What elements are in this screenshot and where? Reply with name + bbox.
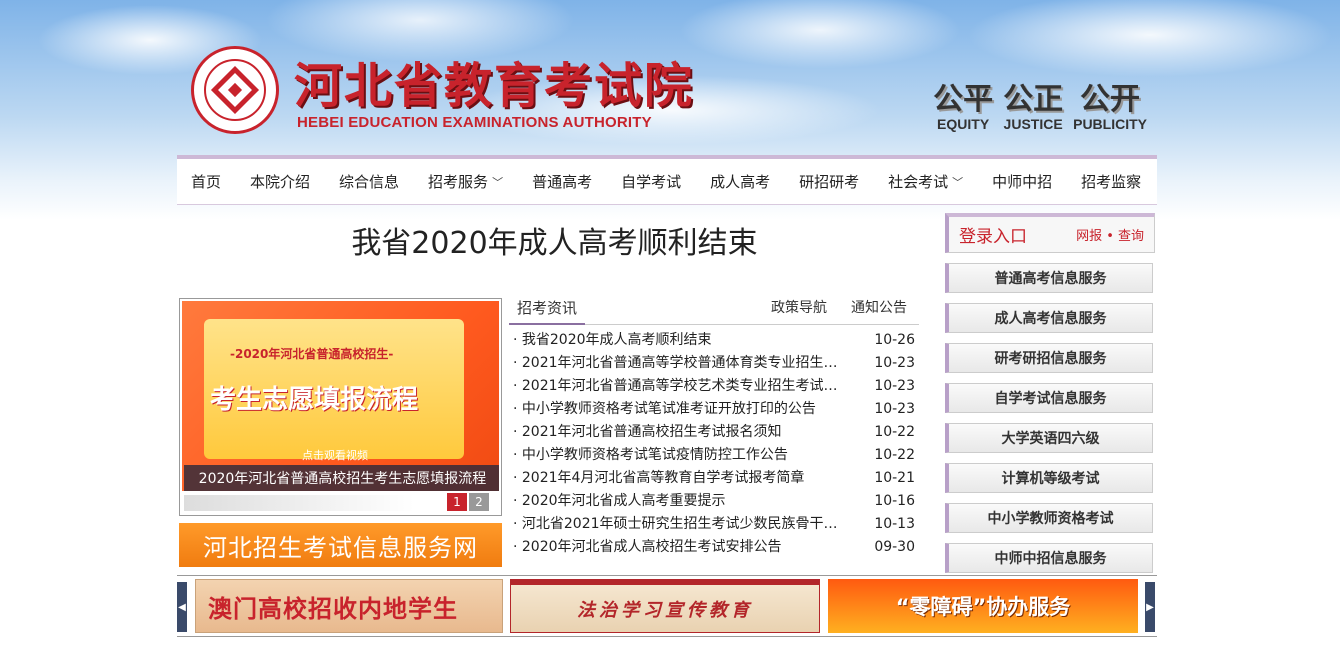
service-sidebar: 登录入口 网报 • 查询 普通高考信息服务 成人高考信息服务 研考研招信息服务 … xyxy=(945,213,1155,573)
nav-adult-exam[interactable]: 成人高考 xyxy=(710,171,770,192)
slide-subtitle: -2020年河北省普通高校招生- xyxy=(230,347,394,361)
slide-pager: 1 2 xyxy=(447,493,489,511)
news-item[interactable]: · 中小学教师资格考试笔试疫情防控工作公告 10-22 xyxy=(509,444,919,467)
news-item[interactable]: · 中小学教师资格考试笔试准考证开放打印的公告 10-23 xyxy=(509,398,919,421)
nav-general-info[interactable]: 综合信息 xyxy=(339,171,399,192)
slide-caption[interactable]: 2020年河北省普通高校招生考生志愿填报流程 xyxy=(184,465,499,491)
motto-group: 公平 EQUITY 公正 JUSTICE 公开 PUBLICITY xyxy=(933,74,1147,132)
headline-link[interactable]: 我省2020年成人高考顺利结束 xyxy=(177,218,932,262)
news-panel: 招考资讯 政策导航 通知公告 · 我省2020年成人高考顺利结束 10-26 · … xyxy=(509,293,919,559)
tab-notices[interactable]: 通知公告 xyxy=(851,293,907,323)
login-links[interactable]: 网报 • 查询 xyxy=(1076,225,1144,244)
news-list: · 我省2020年成人高考顺利结束 10-26 · 2021年河北省普通高等学校普… xyxy=(509,329,919,559)
service-secondary-normal-button[interactable]: 中师中招信息服务 xyxy=(945,543,1153,573)
slideshow[interactable]: -2020年河北省普通高校招生- 考生志愿填报流程 点击观看视频 2020年河北… xyxy=(179,298,502,516)
bottom-banner-carousel: ◀ 澳门高校招收内地学生 法治学习宣传教育 “零障碍”协办服务 ▶ xyxy=(177,575,1157,637)
chevron-down-icon: ﹀ xyxy=(492,175,504,189)
carousel-prev-arrow-icon[interactable]: ◀ xyxy=(177,582,187,632)
chevron-down-icon: ﹀ xyxy=(952,175,964,189)
banner-zero-barrier[interactable]: “零障碍”协办服务 xyxy=(828,579,1138,633)
news-item[interactable]: · 2020年河北省成人高校招生考试安排公告 09-30 xyxy=(509,536,919,559)
slide-image[interactable]: -2020年河北省普通高校招生- 考生志愿填报流程 点击观看视频 2020年河北… xyxy=(182,301,499,491)
slide-main-text: 考生志愿填报流程 xyxy=(210,385,419,415)
news-item[interactable]: · 2021年河北省普通高等学校普通体育类专业招生简章 10-23 xyxy=(509,352,919,375)
site-title-cn[interactable]: 河北省教育考试院 xyxy=(294,46,694,116)
motto-justice: 公正 JUSTICE xyxy=(1003,82,1064,132)
motto-equity: 公平 EQUITY xyxy=(933,82,994,132)
nav-self-study[interactable]: 自学考试 xyxy=(621,171,681,192)
service-computer-rank-button[interactable]: 计算机等级考试 xyxy=(945,463,1153,493)
tab-policy[interactable]: 政策导航 xyxy=(771,293,827,323)
site-header: 河北省教育考试院 HEBEI EDUCATION EXAMINATIONS AU… xyxy=(177,0,1157,155)
nav-postgrad[interactable]: 研招研考 xyxy=(799,171,859,192)
login-entry[interactable]: 登录入口 网报 • 查询 xyxy=(945,213,1155,253)
banner-macau-universities[interactable]: 澳门高校招收内地学生 xyxy=(195,579,503,633)
news-item[interactable]: · 2021年4月河北省高等教育自学考试报考简章 10-21 xyxy=(509,467,919,490)
slide-hint: 点击观看视频 xyxy=(302,449,368,462)
nav-secondary-normal[interactable]: 中师中招 xyxy=(992,171,1052,192)
nav-supervision[interactable]: 招考监察 xyxy=(1081,171,1141,192)
login-title[interactable]: 登录入口 xyxy=(959,222,1027,247)
news-item[interactable]: · 河北省2021年硕士研究生招生考试少数民族骨干计... 10-13 xyxy=(509,513,919,536)
news-item[interactable]: · 2020年河北省成人高考重要提示 10-16 xyxy=(509,490,919,513)
service-gaokao-button[interactable]: 普通高考信息服务 xyxy=(945,263,1153,293)
carousel-next-arrow-icon[interactable]: ▶ xyxy=(1145,582,1155,632)
nav-social-exams[interactable]: 社会考试 ﹀ xyxy=(888,171,963,192)
news-item[interactable]: · 2021年河北省普通高等学校艺术类专业招生考试简章 10-23 xyxy=(509,375,919,398)
service-cet-button[interactable]: 大学英语四六级 xyxy=(945,423,1153,453)
nav-exam-services[interactable]: 招考服务 ﹀ xyxy=(428,171,503,192)
main-nav: 首页 本院介绍 综合信息 招考服务 ﹀ 普通高考 自学考试 成人高考 研招研考 社… xyxy=(177,155,1157,205)
info-service-banner[interactable]: 河北招生考试信息服务网 xyxy=(179,523,502,567)
news-item[interactable]: · 我省2020年成人高考顺利结束 10-26 xyxy=(509,329,919,352)
tab-exam-news[interactable]: 招考资讯 xyxy=(509,293,586,325)
service-teacher-cert-button[interactable]: 中小学教师资格考试 xyxy=(945,503,1153,533)
authority-seal-logo[interactable] xyxy=(191,46,279,134)
nav-home[interactable]: 首页 xyxy=(191,171,221,192)
news-tabs: 招考资讯 政策导航 通知公告 xyxy=(509,293,919,325)
nav-about[interactable]: 本院介绍 xyxy=(250,171,310,192)
nav-gaokao[interactable]: 普通高考 xyxy=(532,171,592,192)
service-adult-button[interactable]: 成人高考信息服务 xyxy=(945,303,1153,333)
motto-publicity: 公开 PUBLICITY xyxy=(1073,82,1147,132)
service-self-study-button[interactable]: 自学考试信息服务 xyxy=(945,383,1153,413)
service-postgrad-button[interactable]: 研考研招信息服务 xyxy=(945,343,1153,373)
seal-diamond-icon xyxy=(210,65,260,115)
news-item[interactable]: · 2021年河北省普通高校招生考试报名须知 10-22 xyxy=(509,421,919,444)
banner-law-education[interactable]: 法治学习宣传教育 xyxy=(510,579,820,633)
slide-progress-bar xyxy=(184,495,414,511)
seal-inner-ring xyxy=(204,59,266,121)
slide-page-2[interactable]: 2 xyxy=(469,493,489,511)
slide-page-1[interactable]: 1 xyxy=(447,493,467,511)
page-container: 河北省教育考试院 HEBEI EDUCATION EXAMINATIONS AU… xyxy=(177,0,1157,637)
site-title-en: HEBEI EDUCATION EXAMINATIONS AUTHORITY xyxy=(297,114,652,131)
